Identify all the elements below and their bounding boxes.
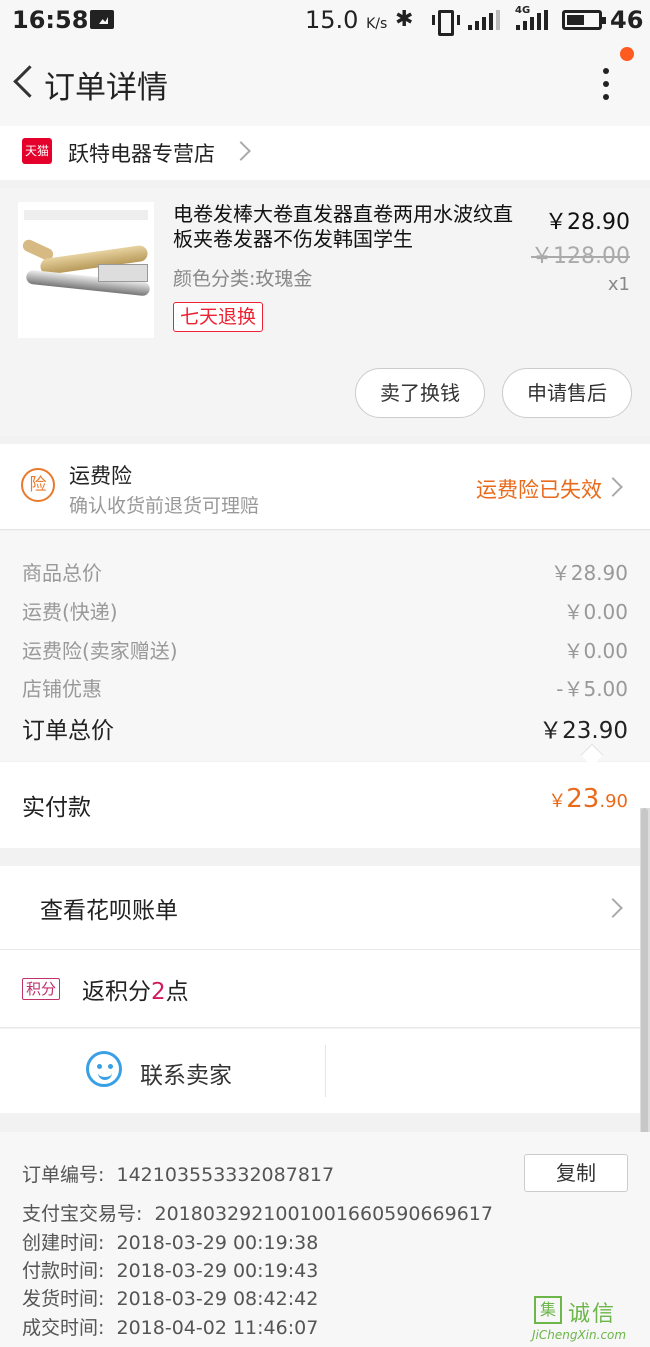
shipping-insurance-row[interactable]: 险 运费险 确认收货前退货可理赔 运费险已失效 bbox=[0, 444, 650, 530]
scrollbar[interactable] bbox=[640, 808, 650, 1158]
network-speed: 15.0 K/s bbox=[305, 6, 388, 34]
order-info-label: 发货时间: bbox=[22, 1288, 105, 1310]
app-header: 订单详情 bbox=[0, 40, 650, 126]
return-policy-badge: 七天退换 bbox=[173, 302, 264, 332]
order-info-label: 创建时间: bbox=[22, 1232, 105, 1254]
alipay-trade-number: 2018032921001001660590669617 bbox=[154, 1203, 493, 1225]
summary-label: 运费(快递) bbox=[22, 600, 118, 624]
summary-row: 商品总价 ￥28.90 bbox=[22, 557, 628, 586]
summary-value: -￥5.00 bbox=[556, 677, 628, 701]
actual-paid-label: 实付款 bbox=[22, 795, 91, 821]
chevron-right-icon bbox=[603, 898, 623, 918]
store-name[interactable]: 跃特电器专营店 bbox=[68, 138, 215, 168]
summary-label: 店铺优惠 bbox=[22, 677, 102, 701]
summary-label: 运费险(卖家赠送) bbox=[22, 639, 178, 663]
product-attribute: 颜色分类:玫瑰金 bbox=[173, 268, 313, 290]
insurance-icon: 险 bbox=[21, 468, 55, 502]
image-notification-icon bbox=[90, 10, 114, 29]
completed-time: 2018-04-02 11:46:07 bbox=[116, 1317, 319, 1339]
order-info-row: 付款时间: 2018-03-29 00:19:43 bbox=[22, 1256, 318, 1283]
sell-for-cash-button[interactable]: 卖了换钱 bbox=[355, 368, 485, 418]
order-info-label: 支付宝交易号: bbox=[22, 1203, 143, 1225]
order-info-row: 成交时间: 2018-04-02 11:46:07 bbox=[22, 1313, 318, 1340]
summary-value: ￥0.00 bbox=[563, 600, 628, 624]
price-summary: 商品总价 ￥28.90 运费(快递) ￥0.00 运费险(卖家赠送) ￥0.00 店铺… bbox=[0, 531, 650, 767]
more-menu-icon[interactable] bbox=[588, 64, 624, 104]
insurance-status[interactable]: 运费险已失效 bbox=[476, 474, 602, 504]
order-info-label: 订单编号: bbox=[22, 1164, 105, 1186]
summary-value: ￥28.90 bbox=[550, 561, 628, 585]
product-original-price: ￥128.00 bbox=[531, 244, 630, 269]
huabei-bill-row[interactable]: 查看花呗账单 bbox=[0, 866, 640, 950]
order-total-value: ￥23.90 bbox=[539, 718, 628, 744]
chevron-right-icon bbox=[603, 477, 623, 497]
divider bbox=[325, 1045, 326, 1097]
actual-paid-value: ￥23.90 bbox=[548, 784, 628, 814]
summary-value: ￥0.00 bbox=[563, 639, 628, 663]
notification-dot bbox=[620, 47, 634, 61]
points-tag: 积分 bbox=[22, 978, 61, 1000]
product-title[interactable]: 电卷发棒大卷直发器直卷两用水波纹直板夹卷发器不伤发韩国学生 bbox=[173, 202, 528, 252]
store-row[interactable]: 天猫 跃特电器专营店 bbox=[0, 126, 650, 180]
product-quantity: x1 bbox=[607, 274, 630, 295]
actual-paid-row: 实付款 ￥23.90 bbox=[0, 762, 650, 848]
watermark-logo: 集 诚信 JiChengXin.com bbox=[530, 1296, 648, 1344]
contact-row: 联系卖家 bbox=[0, 1029, 640, 1113]
tmall-logo: 天猫 bbox=[22, 138, 52, 164]
network-speed-unit: K/s bbox=[366, 16, 388, 32]
order-info-label: 成交时间: bbox=[22, 1317, 105, 1339]
summary-label: 商品总价 bbox=[22, 561, 102, 585]
product-thumbnail[interactable] bbox=[18, 202, 154, 338]
after-sale-button[interactable]: 申请售后 bbox=[502, 368, 632, 418]
summary-row: 运费(快递) ￥0.00 bbox=[22, 596, 628, 625]
huabei-bill-label: 查看花呗账单 bbox=[40, 898, 178, 924]
insurance-title: 运费险 bbox=[69, 464, 132, 488]
order-number: 142103553332087817 bbox=[116, 1164, 335, 1186]
vibrate-icon bbox=[432, 10, 460, 36]
copy-button[interactable]: 复制 bbox=[524, 1154, 628, 1192]
created-time: 2018-03-29 00:19:38 bbox=[116, 1232, 319, 1254]
order-info-row: 支付宝交易号: 2018032921001001660590669617 bbox=[22, 1199, 493, 1226]
signal-icon bbox=[468, 10, 500, 30]
order-info-row: 创建时间: 2018-03-29 00:19:38 bbox=[22, 1228, 318, 1255]
battery-level: 46 bbox=[610, 6, 644, 34]
back-icon[interactable] bbox=[8, 62, 38, 102]
status-time: 16:58 bbox=[12, 6, 89, 34]
points-text: 返积分2点 bbox=[82, 979, 189, 1005]
points-row: 积分 返积分2点 bbox=[0, 950, 640, 1028]
contact-seller-button[interactable]: 联系卖家 bbox=[140, 1056, 232, 1090]
signal-4g-icon bbox=[516, 10, 548, 30]
order-info-label: 付款时间: bbox=[22, 1260, 105, 1282]
battery-icon bbox=[562, 10, 606, 30]
chat-face-icon[interactable] bbox=[86, 1051, 122, 1087]
order-total-row: 订单总价 ￥23.90 bbox=[22, 711, 628, 745]
order-info-row: 发货时间: 2018-03-29 08:42:42 bbox=[22, 1284, 318, 1311]
summary-row: 店铺优惠 -￥5.00 bbox=[22, 673, 628, 702]
status-bar: 16:58 15.0 K/s ✱ 4G 46 bbox=[0, 0, 650, 40]
shipped-time: 2018-03-29 08:42:42 bbox=[116, 1288, 319, 1310]
page-title: 订单详情 bbox=[44, 70, 168, 106]
chevron-right-icon bbox=[231, 141, 251, 161]
summary-row: 运费险(卖家赠送) ￥0.00 bbox=[22, 635, 628, 664]
bluetooth-icon: ✱ bbox=[395, 7, 414, 32]
insurance-desc: 确认收货前退货可理赔 bbox=[69, 495, 260, 517]
order-total-label: 订单总价 bbox=[22, 718, 114, 744]
product-price: ￥28.90 bbox=[545, 210, 630, 235]
points-count: 2 bbox=[151, 979, 166, 1005]
paid-time: 2018-03-29 00:19:43 bbox=[116, 1260, 319, 1282]
order-info-row: 订单编号: 142103553332087817 bbox=[22, 1160, 334, 1187]
product-item[interactable]: 电卷发棒大卷直发器直卷两用水波纹直板夹卷发器不伤发韩国学生 颜色分类:玫瑰金 七… bbox=[0, 188, 650, 436]
